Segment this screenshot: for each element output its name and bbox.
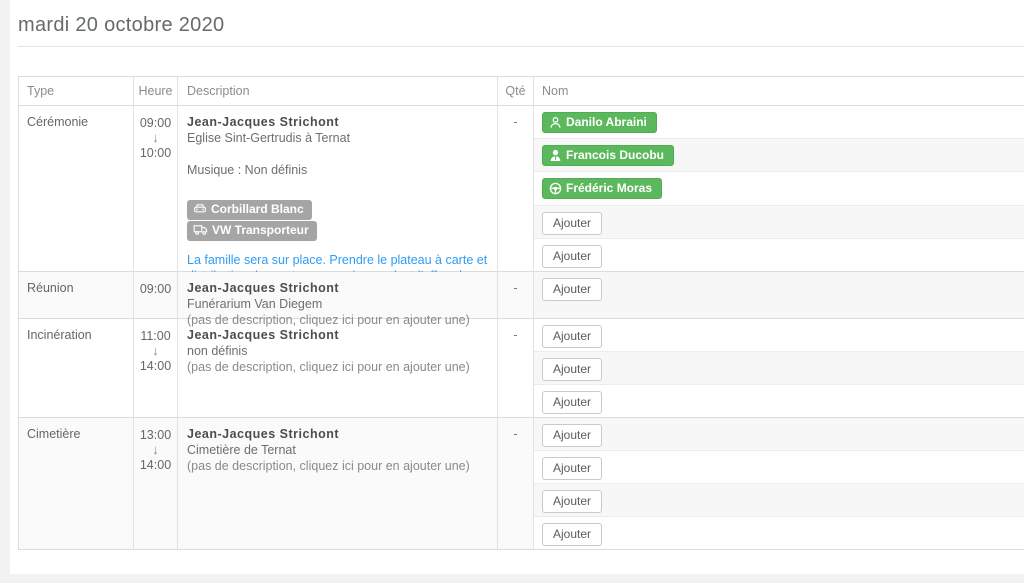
add-person-button[interactable]: Ajouter xyxy=(542,523,602,546)
person-name: Francois Ducobu xyxy=(566,149,664,162)
add-person-button[interactable]: Ajouter xyxy=(542,325,602,348)
title-divider xyxy=(18,46,1024,47)
event-description: Jean-Jacques Strichontnon définis(pas de… xyxy=(178,319,498,417)
add-person-button[interactable]: Ajouter xyxy=(542,457,602,480)
day-card: mardi 20 octobre 2020 Type Heure Descrip… xyxy=(10,0,1024,574)
column-header-description: Description xyxy=(178,77,498,105)
arrow-down-icon: ↓ xyxy=(134,443,177,457)
column-header-nom: Nom xyxy=(534,77,1024,105)
vehicle-label: Corbillard Blanc xyxy=(211,202,304,216)
table-row: Cimetière13:00↓14:00Jean-Jacques Stricho… xyxy=(19,417,1024,549)
assignment-subrow: Ajouter xyxy=(534,319,1024,351)
person-name: Frédéric Moras xyxy=(566,182,652,195)
quantity-value: - xyxy=(498,106,534,271)
deceased-name: Jean-Jacques Strichont xyxy=(187,114,488,130)
assignment-subrow: Ajouter xyxy=(534,272,1024,318)
arrow-down-icon: ↓ xyxy=(134,344,177,358)
time-start: 09:00 xyxy=(134,281,177,297)
event-time: 09:00↓10:00 xyxy=(134,106,178,271)
assigned-person-chip[interactable]: Francois Ducobu xyxy=(542,145,674,166)
table-header: Type Heure Description Qté Nom xyxy=(19,77,1024,105)
assignment-subrow: Ajouter xyxy=(534,238,1024,271)
assigned-person-chip[interactable]: Danilo Abraini xyxy=(542,112,657,133)
steering-wheel-icon xyxy=(549,182,562,195)
vehicle-badge[interactable]: Corbillard Blanc xyxy=(187,200,312,220)
assignment-subrow: Ajouter xyxy=(534,384,1024,417)
add-person-button[interactable]: Ajouter xyxy=(542,424,602,447)
event-type: Réunion xyxy=(19,272,134,318)
vehicle-badge[interactable]: VW Transporteur xyxy=(187,221,317,241)
description-placeholder-link[interactable]: (pas de description, cliquez ici pour en… xyxy=(187,359,488,375)
table-row: Cérémonie09:00↓10:00Jean-Jacques Stricho… xyxy=(19,105,1024,271)
event-description: Jean-Jacques StrichontEglise Sint-Gertru… xyxy=(178,106,498,271)
event-time: 13:00↓14:00 xyxy=(134,418,178,549)
time-start: 11:00 xyxy=(134,328,177,344)
time-end: 14:00 xyxy=(134,358,177,374)
event-time: 09:00 xyxy=(134,272,178,318)
assignment-subrow: Frédéric Moras xyxy=(534,171,1024,204)
vehicle-label: VW Transporteur xyxy=(212,223,309,237)
quantity-value: - xyxy=(498,418,534,549)
van-icon xyxy=(193,223,208,239)
vehicle-badges: Corbillard Blanc VW Transporteur xyxy=(187,200,488,241)
table-row: Réunion09:00Jean-Jacques StrichontFunéra… xyxy=(19,271,1024,318)
event-description: Jean-Jacques StrichontFunérarium Van Die… xyxy=(178,272,498,318)
add-person-button[interactable]: Ajouter xyxy=(542,278,602,301)
event-location: Funérarium Van Diegem xyxy=(187,296,488,312)
assignment-subrow: Ajouter xyxy=(534,418,1024,450)
add-person-button[interactable]: Ajouter xyxy=(542,358,602,381)
event-time: 11:00↓14:00 xyxy=(134,319,178,417)
assignment-subrow: Ajouter xyxy=(534,351,1024,384)
assignment-subrow: Ajouter xyxy=(534,205,1024,238)
time-end: 14:00 xyxy=(134,457,177,473)
event-location: non définis xyxy=(187,343,488,359)
description-placeholder-link[interactable]: (pas de description, cliquez ici pour en… xyxy=(187,458,488,474)
column-header-qte: Qté xyxy=(498,77,534,105)
assignment-subrow: Ajouter xyxy=(534,483,1024,516)
add-person-button[interactable]: Ajouter xyxy=(542,490,602,513)
deceased-name: Jean-Jacques Strichont xyxy=(187,280,488,296)
event-location: Eglise Sint-Gertrudis à Ternat xyxy=(187,130,488,146)
assignment-list: Ajouter Ajouter Ajouter Ajouter xyxy=(534,418,1024,549)
user-outline-icon xyxy=(549,116,562,129)
assignment-subrow: Ajouter xyxy=(534,450,1024,483)
event-description: Jean-Jacques StrichontCimetière de Terna… xyxy=(178,418,498,549)
column-header-type: Type xyxy=(19,77,134,105)
add-person-button[interactable]: Ajouter xyxy=(542,212,602,235)
table-body: Cérémonie09:00↓10:00Jean-Jacques Stricho… xyxy=(19,105,1024,549)
event-location: Cimetière de Ternat xyxy=(187,442,488,458)
assignment-subrow: Ajouter xyxy=(534,516,1024,549)
hearse-icon xyxy=(193,202,207,218)
assigned-person-chip[interactable]: Frédéric Moras xyxy=(542,178,662,199)
user-tie-icon xyxy=(549,149,562,162)
table-row: Incinération11:00↓14:00Jean-Jacques Stri… xyxy=(19,318,1024,417)
music-info: Musique : Non définis xyxy=(187,162,488,178)
assignment-subrow: Danilo Abraini xyxy=(534,106,1024,138)
time-end: 10:00 xyxy=(134,145,177,161)
assignment-list: Ajouter xyxy=(534,272,1024,318)
assignment-subrow: Francois Ducobu xyxy=(534,138,1024,171)
quantity-value: - xyxy=(498,272,534,318)
person-name: Danilo Abraini xyxy=(566,116,647,129)
add-person-button[interactable]: Ajouter xyxy=(542,391,602,414)
time-start: 09:00 xyxy=(134,115,177,131)
arrow-down-icon: ↓ xyxy=(134,131,177,145)
deceased-name: Jean-Jacques Strichont xyxy=(187,426,488,442)
event-type: Cimetière xyxy=(19,418,134,549)
page-title: mardi 20 octobre 2020 xyxy=(18,13,224,37)
quantity-value: - xyxy=(498,319,534,417)
add-person-button[interactable]: Ajouter xyxy=(542,245,602,268)
event-type: Incinération xyxy=(19,319,134,417)
event-type: Cérémonie xyxy=(19,106,134,271)
assignment-list: Danilo Abraini Francois Ducobu Frédéric Mo… xyxy=(534,106,1024,271)
events-table: Type Heure Description Qté Nom Cérémonie… xyxy=(18,76,1024,550)
column-header-heure: Heure xyxy=(134,77,178,105)
time-start: 13:00 xyxy=(134,427,177,443)
deceased-name: Jean-Jacques Strichont xyxy=(187,327,488,343)
assignment-list: Ajouter Ajouter Ajouter xyxy=(534,319,1024,417)
